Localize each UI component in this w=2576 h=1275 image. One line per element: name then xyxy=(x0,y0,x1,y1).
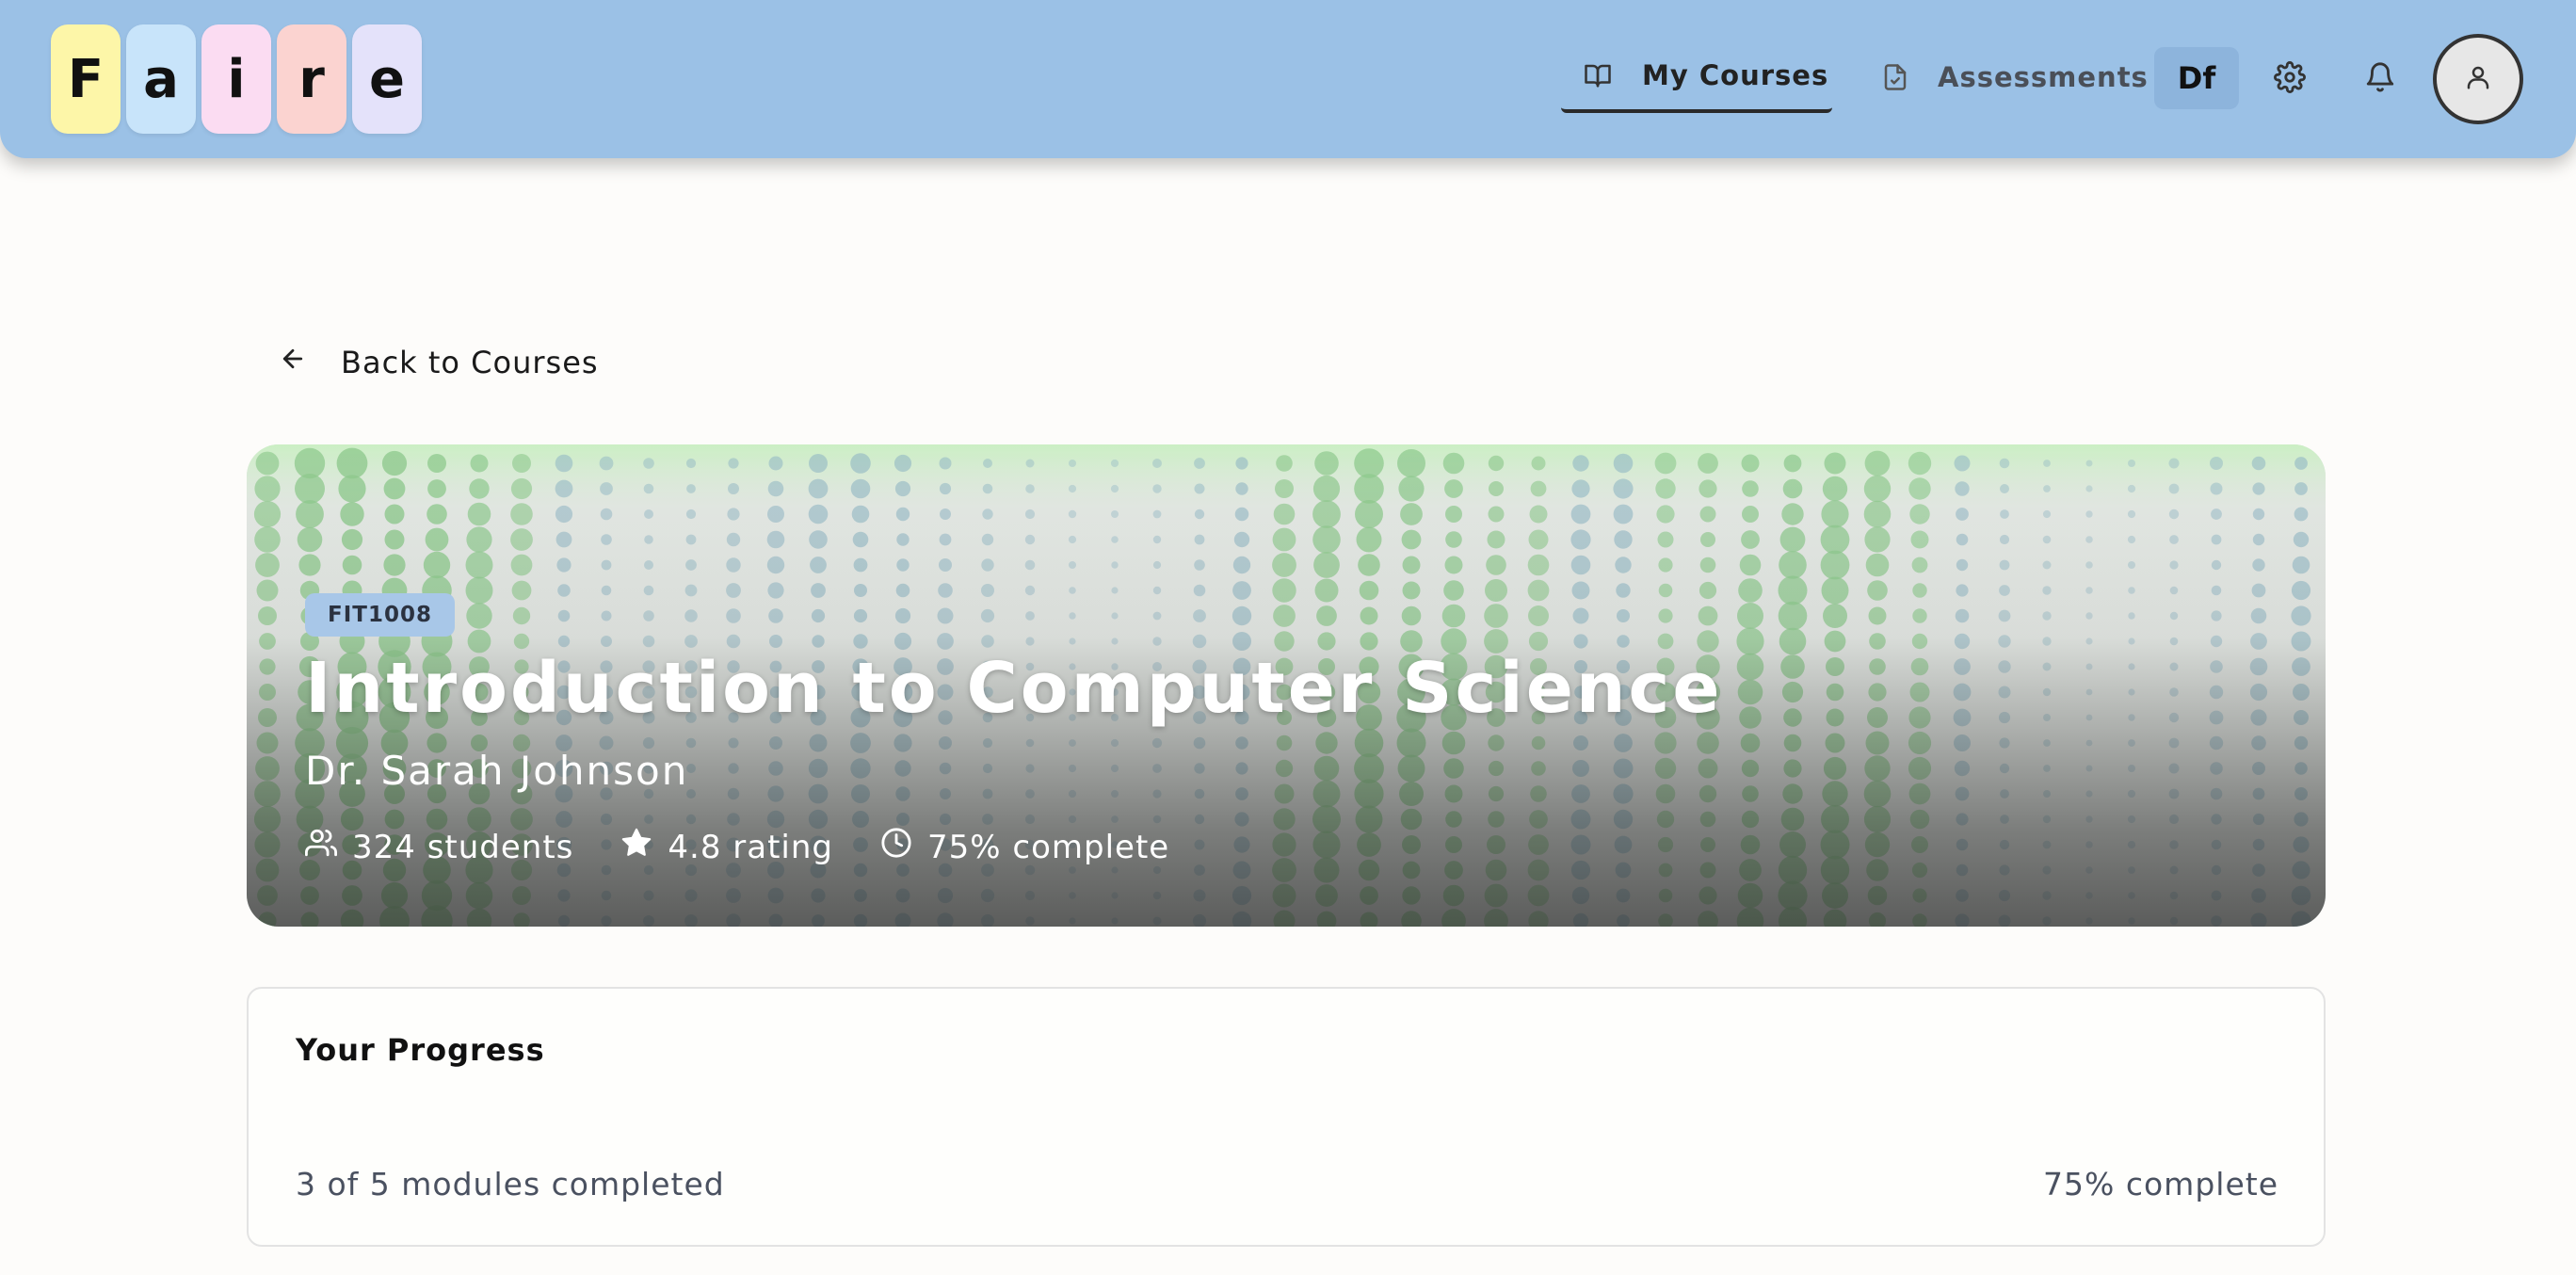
faire-logo[interactable]: F a i r e xyxy=(51,24,422,134)
logo-letter-a: a xyxy=(126,24,196,134)
bell-icon[interactable] xyxy=(2361,58,2399,96)
logo-letter-e: e xyxy=(352,24,422,134)
stat-students-label: 324 students xyxy=(352,828,574,866)
user-icon xyxy=(2464,63,2492,95)
arrow-left-icon xyxy=(279,345,307,380)
book-open-icon xyxy=(1582,61,1614,89)
stat-rating-label: 4.8 rating xyxy=(668,828,833,866)
stat-completion-label: 75% complete xyxy=(927,828,1170,866)
stat-completion: 75% complete xyxy=(880,827,1169,867)
back-to-courses-label: Back to Courses xyxy=(341,345,599,380)
nav-assessments-label: Assessments xyxy=(1938,61,2149,93)
course-instructor: Dr. Sarah Johnson xyxy=(305,748,689,794)
logo-letter-i: i xyxy=(201,24,271,134)
progress-card: Your Progress 3 of 5 modules completed 7… xyxy=(247,987,2326,1247)
nav-my-courses[interactable]: My Courses xyxy=(1561,41,1832,113)
file-check-icon xyxy=(1881,61,1909,93)
course-code-badge: FIT1008 xyxy=(305,593,455,637)
stat-students: 324 students xyxy=(305,827,573,867)
stat-rating: 4.8 rating xyxy=(620,827,833,867)
course-hero-banner: FIT1008 Introduction to Computer Science… xyxy=(247,444,2326,927)
nav-assessments[interactable]: Assessments xyxy=(1881,41,2149,113)
logo-letter-r: r xyxy=(277,24,346,134)
user-avatar-button[interactable] xyxy=(2433,34,2523,124)
modules-completed-text: 3 of 5 modules completed xyxy=(296,1166,725,1202)
logo-letter-f: F xyxy=(51,24,121,134)
back-to-courses-link[interactable]: Back to Courses xyxy=(279,345,599,380)
course-stats: 324 students 4.8 rating 75% complete xyxy=(305,827,1169,867)
course-title: Introduction to Computer Science xyxy=(305,648,1723,729)
progress-title: Your Progress xyxy=(296,1032,545,1068)
top-navbar: F a i r e My Courses Assessments Df xyxy=(0,0,2576,158)
nav-my-courses-label: My Courses xyxy=(1642,59,1829,91)
clock-icon xyxy=(880,827,912,867)
progress-percent-text: 75% complete xyxy=(2043,1166,2278,1202)
df-button[interactable]: Df xyxy=(2154,47,2239,109)
users-icon xyxy=(305,827,338,867)
star-icon xyxy=(620,827,652,867)
gear-icon[interactable] xyxy=(2271,58,2309,96)
